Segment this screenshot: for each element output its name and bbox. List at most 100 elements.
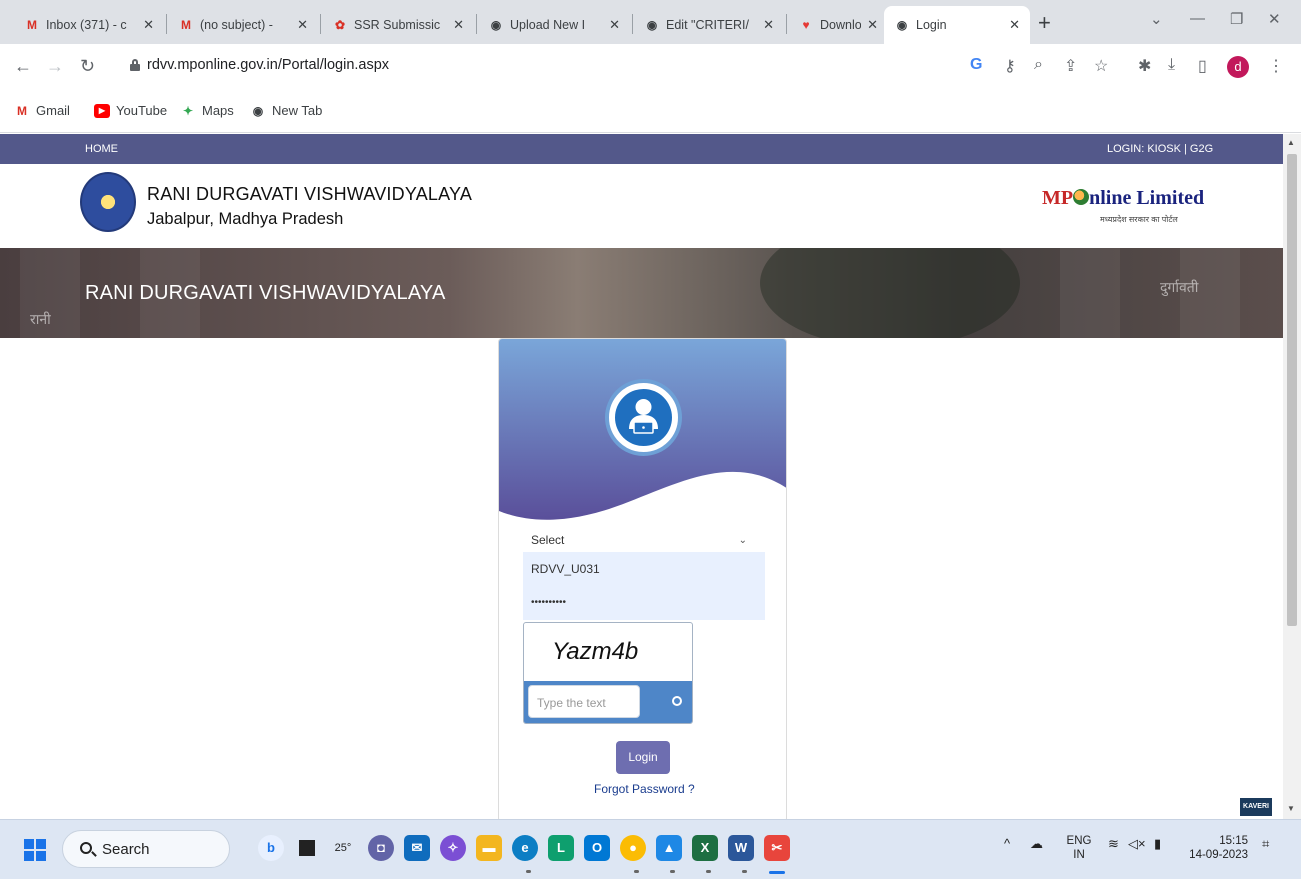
tab-search-icon[interactable]: ⌄ [1150,10,1163,28]
chrome-icon[interactable]: ● [620,835,646,861]
captcha-refresh-icon[interactable] [672,696,682,706]
mail-icon[interactable]: ✉ [404,835,430,861]
username-value: RDVV_U031 [531,562,600,576]
edge-icon[interactable]: e [512,835,538,861]
close-tab-icon[interactable]: ✕ [609,17,620,33]
chevron-down-icon: ⌄ [738,535,747,546]
forward-icon[interactable]: → [46,56,64,77]
hero-banner: रानी दुर्गावती RANI DURGAVATI VISHWAVIDY… [0,248,1283,338]
close-tab-icon[interactable]: ✕ [297,17,308,33]
login-kiosk-g2g-link[interactable]: LOGIN: KIOSK | G2G [1107,143,1213,155]
close-tab-icon[interactable]: ✕ [143,17,154,33]
teams-chat-icon[interactable]: ◘ [368,835,394,861]
gmail-icon: M [17,103,27,118]
url-text[interactable]: rdvv.mponline.gov.in/Portal/login.aspx [147,57,389,73]
wifi-icon[interactable]: ≋ [1108,836,1119,852]
page-scrollbar[interactable]: ▲ ▼ [1283,134,1301,819]
bookmark-star-icon[interactable]: ☆ [1094,56,1108,76]
login-card-header [499,339,786,529]
browser-tab[interactable]: M Inbox (371) - c ✕ [14,6,164,44]
share-icon[interactable]: ⇪ [1064,56,1077,76]
minimize-icon[interactable]: — [1190,10,1205,27]
language-indicator[interactable]: ENG IN [1064,834,1094,862]
browser-toolbar: ← → ↻ rdvv.mponline.gov.in/Portal/login.… [0,44,1301,88]
close-tab-icon[interactable]: ✕ [1009,17,1020,33]
site-top-nav: HOME LOGIN: KIOSK | G2G [0,134,1283,164]
taskbar-search[interactable]: Search [62,830,230,868]
bookmark-youtube[interactable]: ▶ YouTube [94,103,167,118]
notifications-icon[interactable]: ⌗ [1262,836,1269,852]
task-view-icon[interactable] [294,835,320,861]
weather-widget[interactable]: 25° [330,835,356,861]
close-tab-icon[interactable]: ✕ [453,17,464,33]
university-location: Jabalpur, Madhya Pradesh [147,210,344,228]
word-icon[interactable]: W [728,835,754,861]
restore-icon[interactable]: ❐ [1230,10,1243,28]
browser-tab-active[interactable]: ◉ Login ✕ [884,6,1030,44]
user-avatar-icon [605,379,682,456]
password-field[interactable]: •••••••••• [523,586,765,620]
browser-tab[interactable]: ✿ SSR Submissic ✕ [322,6,474,44]
clock[interactable]: 15:15 14-09-2023 [1178,834,1248,862]
snipping-tool-icon[interactable]: ✂ [764,835,790,861]
home-link[interactable]: HOME [85,143,118,155]
forgot-password-link[interactable]: Forgot Password ? [594,782,695,796]
taskbar-search-label: Search [102,841,150,858]
volume-icon[interactable]: ◁× [1128,836,1146,852]
browser-tab[interactable]: ♥ Download file ✕ [788,6,882,44]
browser-tab-strip: M Inbox (371) - c ✕ M (no subject) - ✕ ✿… [0,0,1301,44]
bookmark-new-tab[interactable]: ◉ New Tab [250,103,323,118]
globe-icon: ◉ [646,18,658,32]
close-tab-icon[interactable]: ✕ [763,17,774,33]
app-l-icon[interactable]: L [548,835,574,861]
clock-date: 14-09-2023 [1189,849,1248,861]
clock-time: 15:15 [1219,835,1248,847]
excel-icon[interactable]: X [692,835,718,861]
login-card: Select ⌄ RDVV_U031 •••••••••• Yazm4b Typ… [498,338,787,819]
address-bar[interactable]: rdvv.mponline.gov.in/Portal/login.aspx [112,48,952,84]
bookmark-label: Maps [202,103,234,118]
copilot-icon[interactable]: ✧ [440,835,466,861]
bing-icon[interactable]: b [258,835,284,861]
weather-temp: 25° [334,842,352,854]
role-select-value: Select [531,533,565,547]
google-lens-icon[interactable]: G [970,56,982,74]
outlook-icon[interactable]: O [584,835,610,861]
file-explorer-icon[interactable]: ▬ [476,835,502,861]
scroll-down-icon[interactable]: ▼ [1287,804,1295,813]
bookmark-gmail[interactable]: M Gmail [14,103,70,118]
password-key-icon[interactable]: ⚷ [1004,56,1016,76]
browser-tab[interactable]: M (no subject) - ✕ [168,6,318,44]
ssr-icon: ✿ [334,18,346,32]
battery-icon[interactable]: ▮ [1154,836,1161,852]
username-field[interactable]: RDVV_U031 [523,552,765,586]
profile-avatar[interactable]: d [1227,56,1249,78]
site-header: RANI DURGAVATI VISHWAVIDYALAYA Jabalpur,… [0,164,1283,248]
browser-tab[interactable]: ◉ Upload New I ✕ [478,6,630,44]
reload-icon[interactable]: ↻ [80,56,95,77]
side-panel-icon[interactable]: ▯ [1198,56,1207,76]
extensions-icon[interactable]: ✱ [1138,56,1151,76]
close-window-icon[interactable]: ✕ [1268,10,1281,28]
building-sign-text: रानी [30,311,51,327]
scrollbar-thumb[interactable] [1287,154,1297,626]
back-icon[interactable]: ← [14,56,32,77]
zoom-icon[interactable]: ⌕ [1034,56,1043,74]
download-icon[interactable]: ⤓ [1168,56,1175,74]
scroll-up-icon[interactable]: ▲ [1287,138,1295,147]
new-tab-icon[interactable]: + [1038,10,1051,36]
kaveri-badge[interactable]: KAVERI [1240,798,1272,816]
captcha-input[interactable]: Type the text [528,685,640,718]
menu-kebab-icon[interactable]: ⋮ [1268,56,1284,76]
gmail-icon: M [27,18,37,32]
bookmark-maps[interactable]: ✦ Maps [180,103,234,118]
photos-icon[interactable]: ▲ [656,835,682,861]
login-button[interactable]: Login [616,741,670,774]
windows-start-icon[interactable] [24,839,46,861]
onedrive-sync-icon[interactable]: ☁ [1030,836,1043,852]
show-hidden-icons-icon[interactable]: ^ [1004,836,1010,851]
close-tab-icon[interactable]: ✕ [867,17,878,33]
browser-tab[interactable]: ◉ Edit "CRITERI/ ✕ [634,6,784,44]
banner-title: RANI DURGAVATI VISHWAVIDYALAYA [85,282,446,304]
gmail-icon: M [181,18,191,32]
